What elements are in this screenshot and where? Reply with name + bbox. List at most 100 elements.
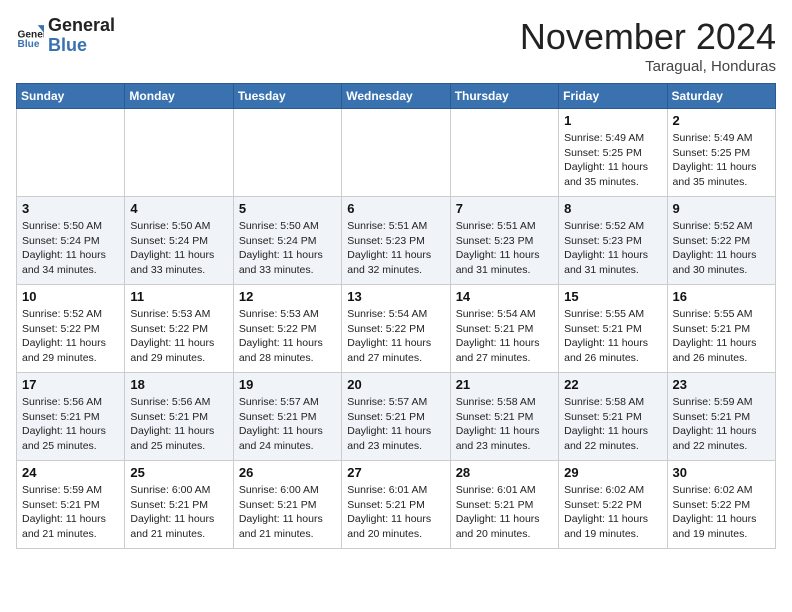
day-info: Sunrise: 5:50 AM Sunset: 5:24 PM Dayligh…: [130, 219, 227, 278]
calendar-cell: 6 Sunrise: 5:51 AM Sunset: 5:23 PM Daylig…: [342, 197, 450, 285]
day-info: Sunrise: 6:01 AM Sunset: 5:21 PM Dayligh…: [456, 483, 553, 542]
calendar-cell: 15 Sunrise: 5:55 AM Sunset: 5:21 PM Dayli…: [559, 285, 667, 373]
day-number: 6: [347, 201, 444, 216]
day-info: Sunrise: 5:59 AM Sunset: 5:21 PM Dayligh…: [22, 483, 119, 542]
day-number: 28: [456, 465, 553, 480]
day-number: 19: [239, 377, 336, 392]
calendar-cell: 16Sunrise: 5:55 AM Sunset: 5:21 PM Dayli…: [667, 285, 775, 373]
logo-line2: Blue: [48, 36, 115, 56]
calendar-cell: 20 Sunrise: 5:57 AM Sunset: 5:21 PM Dayli…: [342, 373, 450, 461]
day-number: 3: [22, 201, 119, 216]
calendar-cell: 21 Sunrise: 5:58 AM Sunset: 5:21 PM Dayli…: [450, 373, 558, 461]
weekday-header-row: SundayMondayTuesdayWednesdayThursdayFrid…: [17, 84, 776, 109]
calendar-cell: 2 Sunrise: 5:49 AM Sunset: 5:25 PM Daylig…: [667, 109, 775, 197]
calendar: SundayMondayTuesdayWednesdayThursdayFrid…: [16, 83, 776, 549]
calendar-cell: 26 Sunrise: 6:00 AM Sunset: 5:21 PM Dayli…: [233, 461, 341, 549]
day-info: Sunrise: 6:02 AM Sunset: 5:22 PM Dayligh…: [564, 483, 661, 542]
calendar-cell: 8 Sunrise: 5:52 AM Sunset: 5:23 PM Daylig…: [559, 197, 667, 285]
week-row-1: 1 Sunrise: 5:49 AM Sunset: 5:25 PM Daylig…: [17, 109, 776, 197]
day-number: 14: [456, 289, 553, 304]
calendar-header: SundayMondayTuesdayWednesdayThursdayFrid…: [17, 84, 776, 109]
day-number: 18: [130, 377, 227, 392]
day-number: 2: [673, 113, 770, 128]
day-info: Sunrise: 5:52 AM Sunset: 5:22 PM Dayligh…: [673, 219, 770, 278]
day-info: Sunrise: 5:52 AM Sunset: 5:23 PM Dayligh…: [564, 219, 661, 278]
day-info: Sunrise: 5:59 AM Sunset: 5:21 PM Dayligh…: [673, 395, 770, 454]
day-info: Sunrise: 6:02 AM Sunset: 5:22 PM Dayligh…: [673, 483, 770, 542]
calendar-cell: 24 Sunrise: 5:59 AM Sunset: 5:21 PM Dayli…: [17, 461, 125, 549]
day-number: 21: [456, 377, 553, 392]
calendar-cell: 27 Sunrise: 6:01 AM Sunset: 5:21 PM Dayli…: [342, 461, 450, 549]
calendar-cell: [233, 109, 341, 197]
calendar-cell: 14 Sunrise: 5:54 AM Sunset: 5:21 PM Dayli…: [450, 285, 558, 373]
day-info: Sunrise: 5:50 AM Sunset: 5:24 PM Dayligh…: [22, 219, 119, 278]
weekday-friday: Friday: [559, 84, 667, 109]
calendar-cell: 13 Sunrise: 5:54 AM Sunset: 5:22 PM Dayli…: [342, 285, 450, 373]
day-info: Sunrise: 5:55 AM Sunset: 5:21 PM Dayligh…: [564, 307, 661, 366]
calendar-cell: [17, 109, 125, 197]
day-info: Sunrise: 5:56 AM Sunset: 5:21 PM Dayligh…: [130, 395, 227, 454]
day-info: Sunrise: 6:00 AM Sunset: 5:21 PM Dayligh…: [130, 483, 227, 542]
title-block: November 2024 Taragual, Honduras: [520, 16, 776, 75]
day-number: 25: [130, 465, 227, 480]
day-number: 8: [564, 201, 661, 216]
day-info: Sunrise: 5:55 AM Sunset: 5:21 PM Dayligh…: [673, 307, 770, 366]
day-info: Sunrise: 5:49 AM Sunset: 5:25 PM Dayligh…: [673, 131, 770, 190]
day-number: 7: [456, 201, 553, 216]
day-info: Sunrise: 5:57 AM Sunset: 5:21 PM Dayligh…: [239, 395, 336, 454]
day-number: 9: [673, 201, 770, 216]
day-number: 4: [130, 201, 227, 216]
day-number: 26: [239, 465, 336, 480]
day-info: Sunrise: 5:49 AM Sunset: 5:25 PM Dayligh…: [564, 131, 661, 190]
calendar-cell: 12Sunrise: 5:53 AM Sunset: 5:22 PM Dayli…: [233, 285, 341, 373]
day-number: 10: [22, 289, 119, 304]
calendar-cell: 25 Sunrise: 6:00 AM Sunset: 5:21 PM Dayli…: [125, 461, 233, 549]
day-info: Sunrise: 6:01 AM Sunset: 5:21 PM Dayligh…: [347, 483, 444, 542]
day-number: 15: [564, 289, 661, 304]
calendar-body: 1 Sunrise: 5:49 AM Sunset: 5:25 PM Daylig…: [17, 109, 776, 549]
week-row-5: 24 Sunrise: 5:59 AM Sunset: 5:21 PM Dayli…: [17, 461, 776, 549]
calendar-cell: 23Sunrise: 5:59 AM Sunset: 5:21 PM Dayli…: [667, 373, 775, 461]
calendar-cell: 30Sunrise: 6:02 AM Sunset: 5:22 PM Dayli…: [667, 461, 775, 549]
calendar-cell: [342, 109, 450, 197]
calendar-cell: 18 Sunrise: 5:56 AM Sunset: 5:21 PM Dayli…: [125, 373, 233, 461]
day-info: Sunrise: 5:53 AM Sunset: 5:22 PM Dayligh…: [239, 307, 336, 366]
week-row-3: 10 Sunrise: 5:52 AM Sunset: 5:22 PM Dayli…: [17, 285, 776, 373]
day-info: Sunrise: 5:51 AM Sunset: 5:23 PM Dayligh…: [456, 219, 553, 278]
day-number: 11: [130, 289, 227, 304]
day-number: 13: [347, 289, 444, 304]
day-number: 5: [239, 201, 336, 216]
logo-icon: General Blue: [16, 22, 44, 50]
calendar-cell: 17Sunrise: 5:56 AM Sunset: 5:21 PM Dayli…: [17, 373, 125, 461]
day-info: Sunrise: 5:57 AM Sunset: 5:21 PM Dayligh…: [347, 395, 444, 454]
calendar-cell: 7 Sunrise: 5:51 AM Sunset: 5:23 PM Daylig…: [450, 197, 558, 285]
day-number: 17: [22, 377, 119, 392]
calendar-cell: 4 Sunrise: 5:50 AM Sunset: 5:24 PM Daylig…: [125, 197, 233, 285]
logo-line1: General: [48, 16, 115, 36]
calendar-cell: 11 Sunrise: 5:53 AM Sunset: 5:22 PM Dayli…: [125, 285, 233, 373]
calendar-cell: 22 Sunrise: 5:58 AM Sunset: 5:21 PM Dayli…: [559, 373, 667, 461]
day-number: 24: [22, 465, 119, 480]
day-info: Sunrise: 5:54 AM Sunset: 5:22 PM Dayligh…: [347, 307, 444, 366]
calendar-cell: 19 Sunrise: 5:57 AM Sunset: 5:21 PM Dayli…: [233, 373, 341, 461]
day-info: Sunrise: 6:00 AM Sunset: 5:21 PM Dayligh…: [239, 483, 336, 542]
location: Taragual, Honduras: [520, 58, 776, 75]
week-row-4: 17 Sunrise: 5:56 AM Sunset: 5:21 PM Dayli…: [17, 373, 776, 461]
day-info: Sunrise: 5:52 AM Sunset: 5:22 PM Dayligh…: [22, 307, 119, 366]
day-info: Sunrise: 5:54 AM Sunset: 5:21 PM Dayligh…: [456, 307, 553, 366]
calendar-cell: [125, 109, 233, 197]
day-info: Sunrise: 5:58 AM Sunset: 5:21 PM Dayligh…: [564, 395, 661, 454]
calendar-cell: 28 Sunrise: 6:01 AM Sunset: 5:21 PM Dayli…: [450, 461, 558, 549]
calendar-cell: 3 Sunrise: 5:50 AM Sunset: 5:24 PM Daylig…: [17, 197, 125, 285]
day-number: 22: [564, 377, 661, 392]
calendar-cell: 10 Sunrise: 5:52 AM Sunset: 5:22 PM Dayli…: [17, 285, 125, 373]
day-number: 27: [347, 465, 444, 480]
day-number: 1: [564, 113, 661, 128]
day-info: Sunrise: 5:58 AM Sunset: 5:21 PM Dayligh…: [456, 395, 553, 454]
day-info: Sunrise: 5:53 AM Sunset: 5:22 PM Dayligh…: [130, 307, 227, 366]
day-info: Sunrise: 5:51 AM Sunset: 5:23 PM Dayligh…: [347, 219, 444, 278]
weekday-tuesday: Tuesday: [233, 84, 341, 109]
calendar-cell: 5Sunrise: 5:50 AM Sunset: 5:24 PM Daylig…: [233, 197, 341, 285]
day-number: 20: [347, 377, 444, 392]
weekday-wednesday: Wednesday: [342, 84, 450, 109]
